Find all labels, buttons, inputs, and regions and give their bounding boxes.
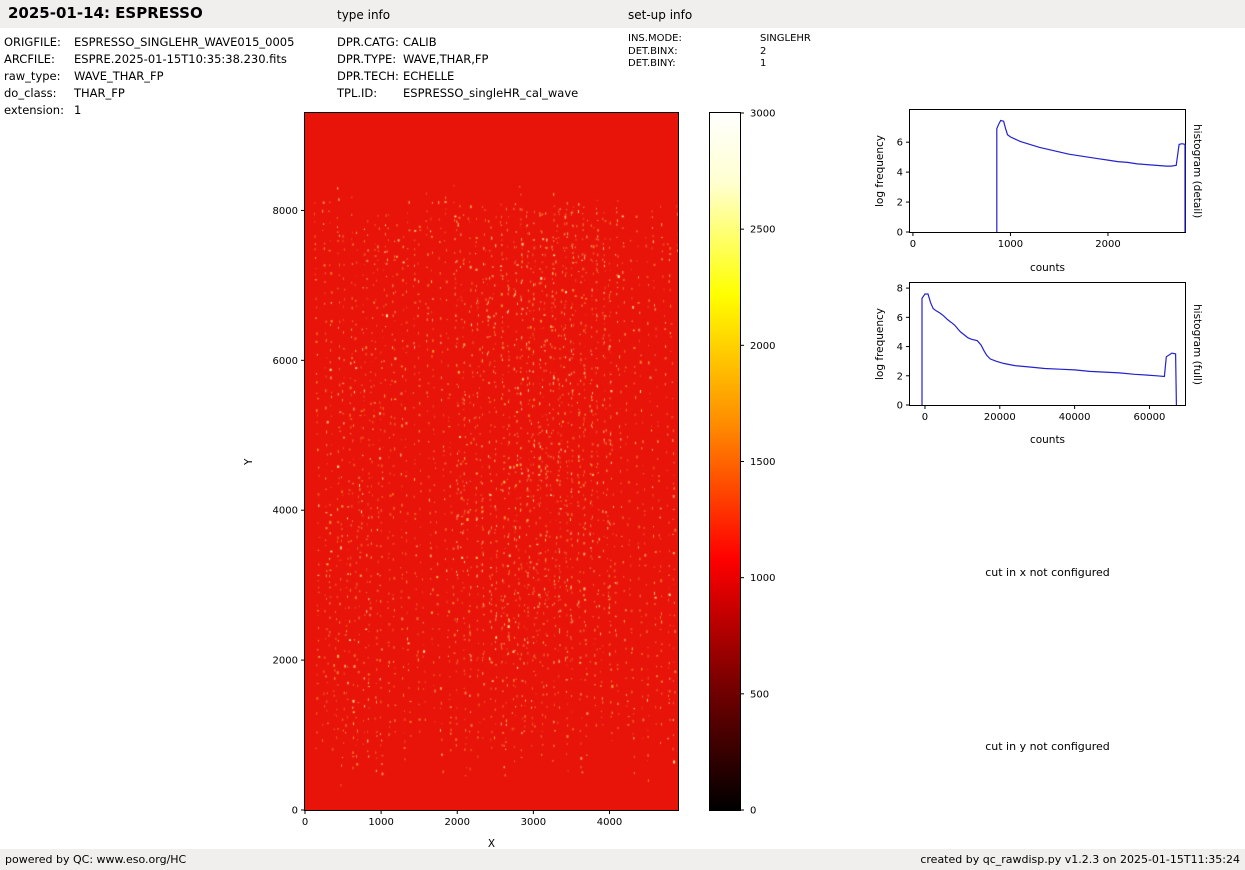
histogram-full-title: histogram (full) (1191, 282, 1203, 406)
tick-label: 40000 (1059, 412, 1091, 423)
tick-label: 500 (750, 689, 769, 700)
setup-info-block: INS.MODE:SINGLEHR DET.BINX:2 DET.BINY:1 (628, 33, 811, 71)
type-info-row: TPL.ID:ESPRESSO_singleHR_cal_wave (337, 85, 578, 102)
field-key: INS.MODE: (628, 33, 760, 46)
tick-label: 3000 (750, 109, 775, 120)
histogram-full-ylabel: log frequency (874, 282, 886, 406)
tick-label: 0 (750, 806, 756, 817)
type-info-row: DPR.TECH:ECHELLE (337, 68, 578, 85)
tick-label: 6000 (273, 356, 298, 367)
tick-label: 60000 (1134, 412, 1166, 423)
tick-label: 2500 (750, 225, 775, 236)
histogram-full-xlabel: counts (909, 434, 1186, 446)
tick-label: 0 (302, 817, 308, 828)
histogram-full-plot: 020000400006000002468 (909, 282, 1186, 406)
tick-label: 2000 (445, 817, 470, 828)
page-title: 2025-01-14: ESPRESSO (8, 4, 203, 22)
tick-label: 4 (897, 342, 903, 353)
field-value: ECHELLE (403, 68, 454, 85)
tick-label: 4 (897, 168, 903, 179)
detector-axes: 0100020003000400002000400060008000 (305, 113, 678, 810)
histogram-detail-xlabel: counts (909, 262, 1186, 274)
field-value: WAVE_THAR_FP (74, 68, 164, 85)
file-info-row: ARCFILE:ESPRE.2025-01-15T10:35:38.230.fi… (4, 51, 294, 68)
field-key: DET.BINY: (628, 58, 760, 71)
field-value: ESPRESSO_SINGLEHR_WAVE015_0005 (74, 34, 294, 51)
type-info-row: DPR.CATG:CALIB (337, 34, 578, 51)
detector-plot: 0100020003000400002000400060008000 (304, 112, 679, 811)
tick-label: 6 (897, 138, 903, 149)
header-bar: 2025-01-14: ESPRESSO type info set-up in… (0, 0, 1245, 28)
tick-label: 1000 (368, 817, 393, 828)
y-axis-label: Y (243, 112, 257, 811)
tick-label: 0 (910, 239, 916, 250)
tick-label: 0 (897, 228, 903, 239)
footer-powered-by: powered by QC: www.eso.org/HC (5, 853, 186, 866)
field-key: DET.BINX: (628, 46, 760, 59)
setup-info-row: INS.MODE:SINGLEHR (628, 33, 811, 46)
histogram-full-axes: 020000400006000002468 (910, 283, 1185, 405)
field-value: ESPRE.2025-01-15T10:35:38.230.fits (74, 51, 287, 68)
histogram-detail-ylabel: log frequency (874, 109, 886, 233)
file-info-row: ORIGFILE:ESPRESSO_SINGLEHR_WAVE015_0005 (4, 34, 294, 51)
histogram-detail-title: histogram (detail) (1191, 109, 1203, 233)
tick-label: 2 (897, 371, 903, 382)
field-key: raw_type: (4, 68, 74, 85)
field-key: ORIGFILE: (4, 34, 74, 51)
field-value: 1 (74, 102, 81, 119)
tick-label: 4000 (273, 506, 298, 517)
histogram-detail-axes: 0100020000246 (910, 110, 1185, 232)
tick-label: 2000 (750, 341, 775, 352)
field-value: 2 (760, 46, 766, 59)
series-line (997, 121, 1185, 233)
setup-info-heading: set-up info (628, 8, 692, 22)
type-info-block: DPR.CATG:CALIB DPR.TYPE:WAVE,THAR,FP DPR… (337, 34, 578, 102)
tick-label: 20000 (984, 412, 1016, 423)
file-info-row: do_class:THAR_FP (4, 85, 294, 102)
cut-y-message: cut in y not configured (905, 740, 1190, 753)
colorbar: 050010001500200025003000 (709, 112, 741, 811)
field-key: DPR.TECH: (337, 68, 403, 85)
field-key: do_class: (4, 85, 74, 102)
tick-label: 1000 (998, 239, 1023, 250)
tick-label: 4000 (597, 817, 622, 828)
tick-label: 1500 (750, 457, 775, 468)
tick-label: 0 (292, 806, 298, 817)
qc-report-page: 2025-01-14: ESPRESSO type info set-up in… (0, 0, 1245, 870)
colorbar-ticks: 050010001500200025003000 (710, 113, 740, 810)
field-value: 1 (760, 58, 766, 71)
type-info-row: DPR.TYPE:WAVE,THAR,FP (337, 51, 578, 68)
tick-label: 8000 (273, 206, 298, 217)
file-info-row: raw_type:WAVE_THAR_FP (4, 68, 294, 85)
field-value: SINGLEHR (760, 33, 811, 46)
field-value: ESPRESSO_singleHR_cal_wave (403, 85, 578, 102)
tick-label: 3000 (521, 817, 546, 828)
cut-x-message: cut in x not configured (905, 566, 1190, 579)
field-key: TPL.ID: (337, 85, 403, 102)
field-key: extension: (4, 102, 74, 119)
field-key: DPR.CATG: (337, 34, 403, 51)
field-key: DPR.TYPE: (337, 51, 403, 68)
field-value: WAVE,THAR,FP (403, 51, 488, 68)
field-value: CALIB (403, 34, 437, 51)
type-info-heading: type info (337, 8, 390, 22)
histogram-detail-plot: 0100020000246 (909, 109, 1186, 233)
field-value: THAR_FP (74, 85, 125, 102)
tick-label: 6 (897, 313, 903, 324)
footer-bar: powered by QC: www.eso.org/HC created by… (0, 849, 1245, 870)
footer-created-by: created by qc_rawdisp.py v1.2.3 on 2025-… (920, 853, 1240, 866)
series-line (922, 294, 1176, 405)
tick-label: 2000 (273, 656, 298, 667)
tick-label: 0 (897, 401, 903, 412)
tick-label: 0 (922, 412, 928, 423)
field-key: ARCFILE: (4, 51, 74, 68)
file-info-block: ORIGFILE:ESPRESSO_SINGLEHR_WAVE015_0005 … (4, 34, 294, 119)
tick-label: 1000 (750, 573, 775, 584)
tick-label: 2000 (1095, 239, 1120, 250)
setup-info-row: DET.BINX:2 (628, 46, 811, 59)
tick-label: 8 (897, 284, 903, 295)
tick-label: 2 (897, 198, 903, 209)
setup-info-row: DET.BINY:1 (628, 58, 811, 71)
